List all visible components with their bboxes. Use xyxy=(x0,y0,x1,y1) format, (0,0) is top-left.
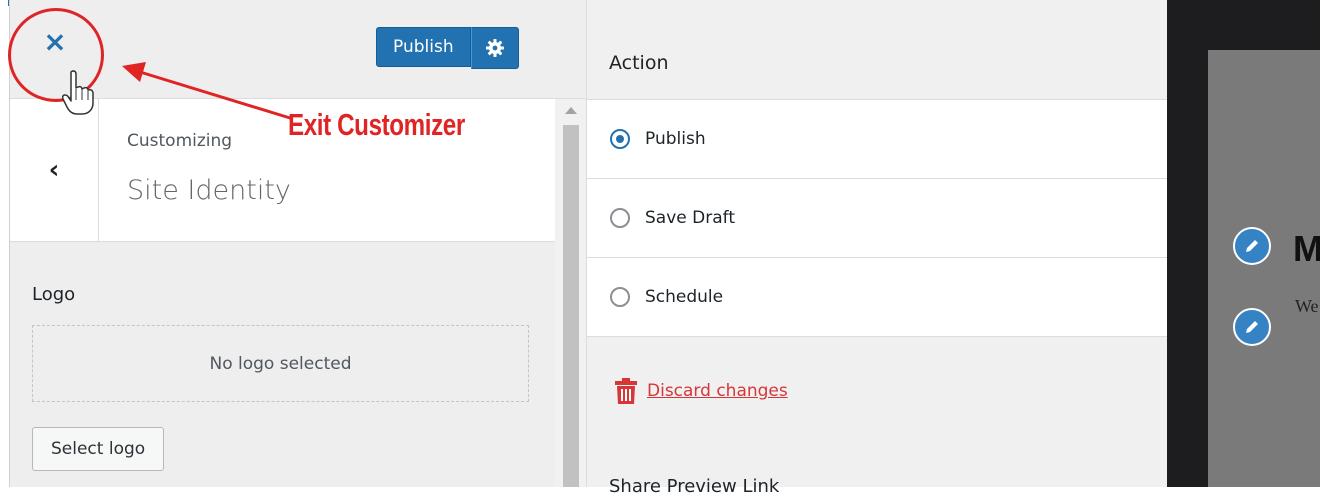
annotation-text: Exit Customizer xyxy=(288,107,465,142)
section-title: Site Identity xyxy=(127,175,291,206)
publish-button[interactable]: Publish xyxy=(376,27,471,67)
no-logo-text: No logo selected xyxy=(209,353,352,374)
trash-icon xyxy=(615,378,637,404)
scroll-up-icon[interactable] xyxy=(565,107,577,114)
hand-cursor-icon xyxy=(62,70,94,115)
options-divider xyxy=(587,336,1167,337)
pencil-icon xyxy=(1246,240,1258,252)
logo-placeholder: No logo selected xyxy=(32,325,529,402)
site-preview: M We xyxy=(1167,0,1320,487)
discard-changes-link[interactable]: Discard changes xyxy=(615,378,788,404)
option-schedule[interactable]: Schedule xyxy=(587,257,1167,336)
option-label: Publish xyxy=(645,129,706,149)
scrollbar-thumb[interactable] xyxy=(563,125,579,487)
radio-schedule[interactable] xyxy=(610,287,630,307)
option-label: Schedule xyxy=(645,287,724,307)
action-heading: Action xyxy=(609,52,669,74)
gear-icon xyxy=(485,39,504,57)
radio-save-draft[interactable] xyxy=(610,208,630,228)
publish-settings-panel: Action Publish Save Draft Schedule Disca… xyxy=(586,0,1167,497)
sidebar-scrollbar[interactable] xyxy=(555,99,587,487)
publish-settings-button[interactable] xyxy=(470,27,519,69)
logo-label: Logo xyxy=(32,284,76,305)
discard-changes-text: Discard changes xyxy=(647,381,788,401)
option-save-draft[interactable]: Save Draft xyxy=(587,178,1167,257)
select-logo-button[interactable]: Select logo xyxy=(32,427,165,471)
preview-site-title: M xyxy=(1293,228,1320,269)
radio-publish[interactable] xyxy=(610,129,630,149)
preview-tagline: We xyxy=(1295,296,1319,316)
pencil-icon xyxy=(1246,321,1258,333)
edit-shortcut-title[interactable] xyxy=(1233,227,1271,265)
edit-shortcut-tagline[interactable] xyxy=(1233,308,1271,346)
publish-button-group: Publish xyxy=(376,27,519,69)
annotation-arrow xyxy=(122,62,291,120)
option-label: Save Draft xyxy=(645,208,735,228)
option-publish[interactable]: Publish xyxy=(587,99,1167,178)
